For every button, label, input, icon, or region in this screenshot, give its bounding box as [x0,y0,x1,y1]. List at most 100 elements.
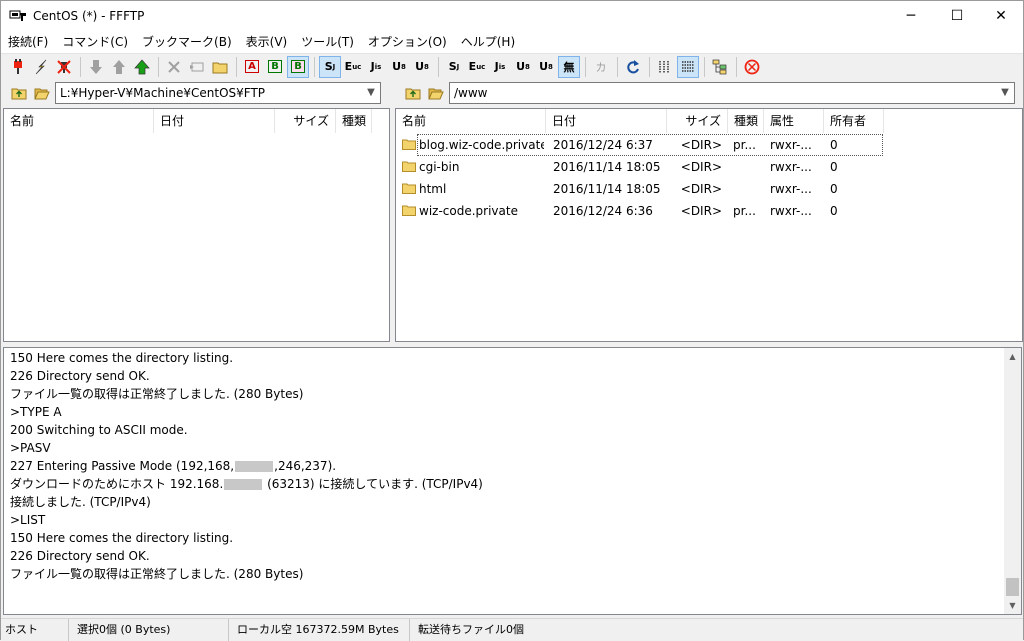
connect-button[interactable] [7,56,29,78]
file-attr: rwxr-... [770,138,812,152]
menu-connect[interactable]: 接続(F) [1,31,55,53]
log-line: ダウンロードのためにホスト 192.168. (63213) に接続しています.… [10,475,483,493]
remote-up-folder-button[interactable] [403,83,423,103]
log-text: (63213) に接続しています. (TCP/IPv4) [263,477,483,491]
refresh-button[interactable] [622,56,644,78]
ascii-mode-button[interactable]: A [241,56,263,78]
remote-col-type[interactable]: 種類 [728,109,764,133]
local-utf8-button[interactable]: U8 [512,56,534,78]
new-folder-icon [212,62,228,73]
abort-button[interactable] [741,56,763,78]
menu-bookmark[interactable]: ブックマーク(B) [135,31,239,53]
menu-command[interactable]: コマンド(C) [55,31,135,53]
menu-bar: 接続(F) コマンド(C) ブックマーク(B) 表示(V) ツール(T) オプシ… [1,31,1023,53]
remote-col-name[interactable]: 名前 [396,109,546,133]
auto-mode-button[interactable]: B [287,55,309,78]
file-owner: 0 [830,138,838,152]
table-row[interactable]: html 2016/11/14 18:05 <DIR> rwxr-... 0 [396,178,1022,200]
remote-col-owner[interactable]: 所有者 [824,109,884,133]
scroll-up-icon[interactable]: ▲ [1004,348,1021,365]
euc-icon: E [468,60,477,73]
log-line: >TYPE A [10,405,62,419]
detail-view-button[interactable] [677,55,699,78]
local-jis-button[interactable]: Jis [489,56,511,78]
local-col-name[interactable]: 名前 [4,109,154,133]
log-line: >PASV [10,441,51,455]
sjis-icon: S [448,60,457,73]
scroll-down-icon[interactable]: ▼ [1004,597,1021,614]
file-type [733,156,763,178]
menu-help[interactable]: ヘルプ(H) [454,31,522,53]
menu-tool[interactable]: ツール(T) [294,31,361,53]
local-col-size[interactable]: サイズ [275,109,336,133]
disconnect-button[interactable] [53,56,75,78]
upload-button[interactable] [108,56,130,78]
local-up-folder-button[interactable] [9,83,29,103]
scroll-thumb[interactable] [1006,578,1019,596]
mirror-upload-button[interactable] [131,56,153,78]
local-utf8n-button[interactable]: U8 [535,56,557,78]
log-line: 227 Entering Passive Mode (192,168, ,246,… [10,457,336,475]
status-bar: ホスト 選択0個 (0 Bytes) ローカル空 167372.59M Byte… [1,618,1023,641]
remote-utf8-button[interactable]: U8 [388,56,410,78]
remote-utf8n-button[interactable]: U8 [411,56,433,78]
folder-icon [402,161,416,172]
toolbar: A B B SJ Euc Jis U8 U8 SJ Euc Jis U8 U8 … [1,53,1023,79]
utf8n-icon: U [415,60,425,73]
menu-option[interactable]: オプション(O) [361,31,454,53]
table-row[interactable]: blog.wiz-code.private 2016/12/24 6:37 <D… [396,134,1022,156]
up-folder-icon [11,88,27,100]
local-euc-button[interactable]: Euc [466,56,488,78]
rename-button[interactable] [186,56,208,78]
remote-open-folder-button[interactable] [426,83,446,103]
list-view-button[interactable] [654,56,676,78]
redacted-block [224,479,263,490]
remote-euc-button[interactable]: Euc [342,56,364,78]
local-col-date[interactable]: 日付 [154,109,275,133]
remote-jis-button[interactable]: Jis [365,56,387,78]
folder-icon [402,205,416,216]
toolbar-separator [236,56,237,77]
binary-mode-button[interactable]: B [264,56,286,78]
chevron-down-icon[interactable]: ▼ [365,83,377,103]
remote-col-size[interactable]: サイズ [667,109,728,133]
close-button[interactable]: ✕ [978,1,1024,31]
delete-x-icon [168,60,180,73]
local-file-list[interactable]: 名前 日付 サイズ 種類 [3,108,390,342]
log-scrollbar[interactable]: ▲ ▼ [1004,348,1021,614]
toolbar-separator [704,56,705,77]
list-view-icon [659,60,669,73]
file-attr: rwxr-... [770,160,812,174]
delete-button[interactable] [163,56,185,78]
local-col-type[interactable]: 種類 [336,109,372,133]
local-open-folder-button[interactable] [32,83,52,103]
minimize-button[interactable]: ─ [888,1,934,31]
table-row[interactable]: wiz-code.private 2016/12/24 6:36 <DIR> p… [396,200,1022,222]
kana-conversion-button[interactable]: カ [590,56,612,78]
remote-col-date[interactable]: 日付 [546,109,667,133]
menu-view[interactable]: 表示(V) [239,31,295,53]
folder-icon [402,183,416,194]
refresh-icon [627,59,639,73]
log-area[interactable]: 150 Here comes the directory listing. 22… [3,347,1022,615]
status-local-free: ローカル空 167372.59M Bytes [233,619,410,641]
no-conversion-button[interactable]: 無 [558,55,580,78]
maximize-button[interactable]: ☐ [934,1,980,31]
remote-sjis-button[interactable]: SJ [319,55,341,78]
quick-connect-button[interactable] [30,56,52,78]
file-size: <DIR> [680,182,722,196]
stop-icon [744,59,760,74]
mkdir-button[interactable] [209,56,231,78]
remote-file-list[interactable]: 名前 日付 サイズ 種類 属性 所有者 blog.wiz-code.privat… [395,108,1023,342]
remote-path-combo[interactable]: /www ▼ [449,82,1015,104]
table-row[interactable]: cgi-bin 2016/11/14 18:05 <DIR> rwxr-... … [396,156,1022,178]
sync-folder-button[interactable] [709,56,731,78]
utf8n-icon: U [539,60,549,73]
open-folder-icon [428,88,444,100]
local-sjis-button[interactable]: SJ [443,56,465,78]
chevron-down-icon[interactable]: ▼ [999,83,1011,103]
local-path-combo[interactable]: L:¥Hyper-V¥Machine¥CentOS¥FTP ▼ [55,82,381,104]
download-button[interactable] [85,56,107,78]
plug-icon [14,58,22,74]
remote-col-attr[interactable]: 属性 [764,109,824,133]
